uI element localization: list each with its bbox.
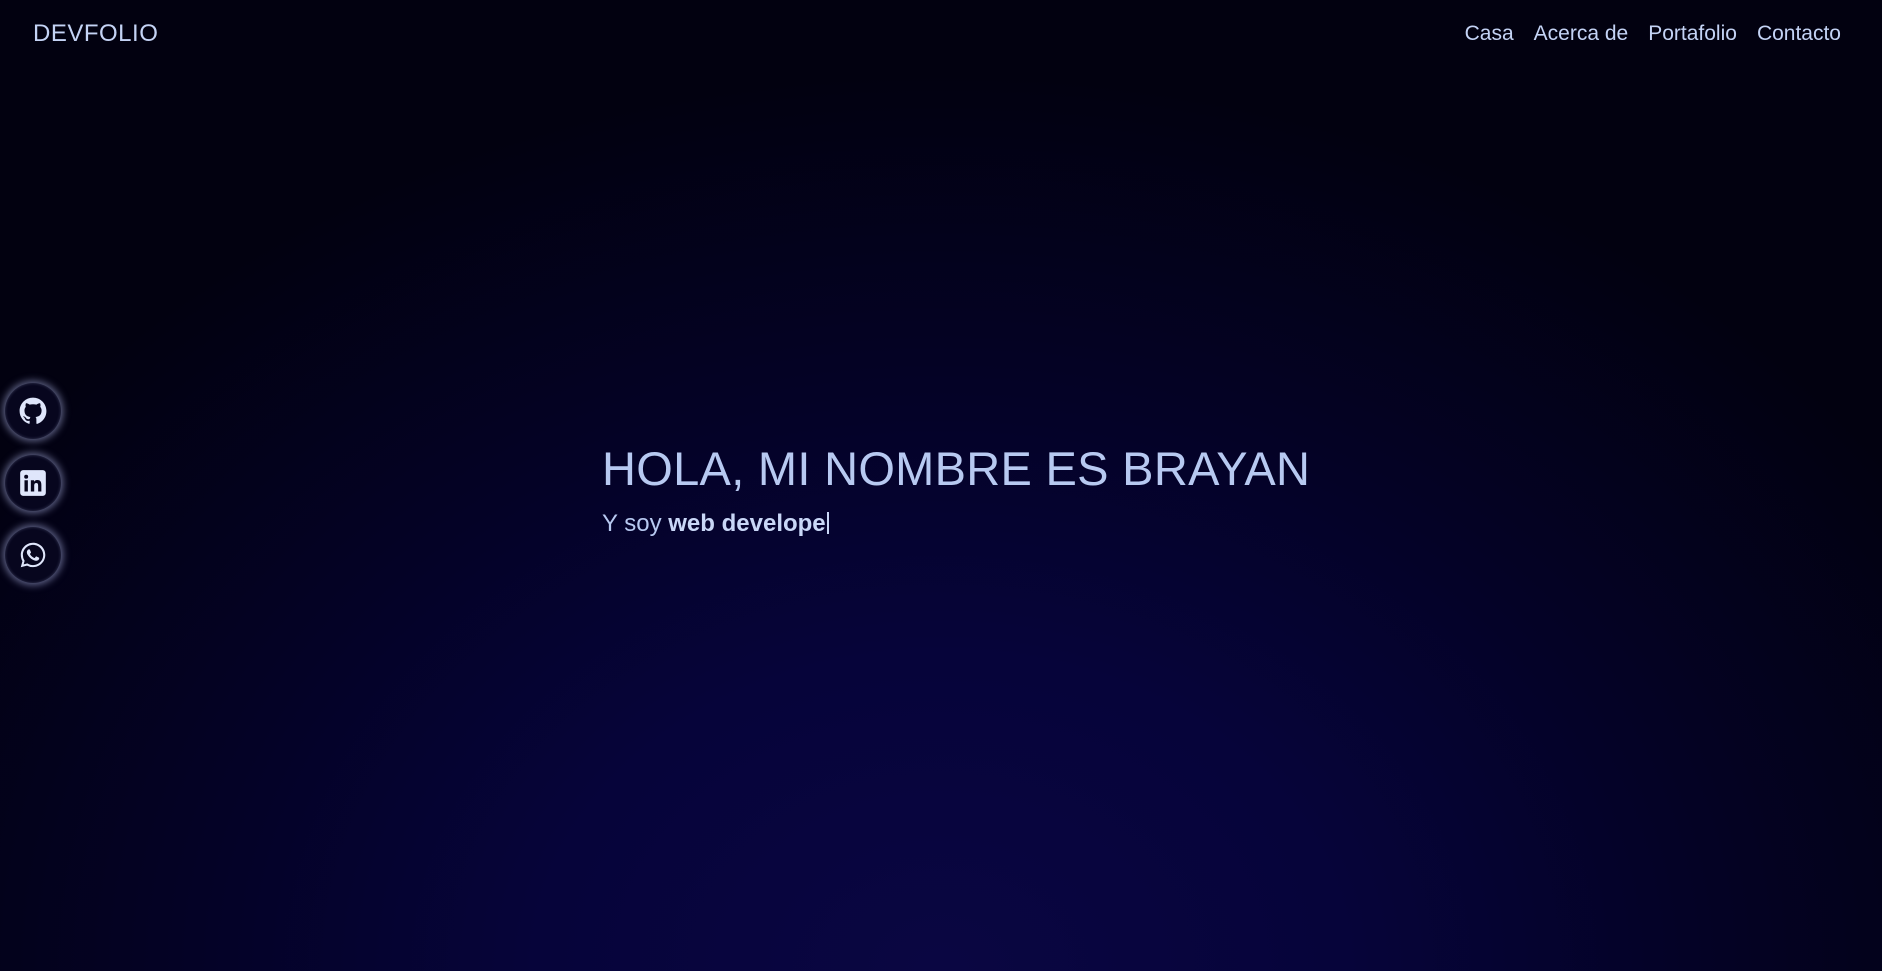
nav-menu: Casa Acerca de Portafolio Contacto	[1465, 22, 1841, 46]
nav-link-portafolio[interactable]: Portafolio	[1648, 22, 1737, 46]
nav-link-casa[interactable]: Casa	[1465, 22, 1514, 46]
nav-link-acerca-de[interactable]: Acerca de	[1534, 22, 1629, 46]
whatsapp-icon	[20, 542, 46, 568]
whatsapp-button[interactable]	[5, 527, 61, 583]
nav-link-contacto[interactable]: Contacto	[1757, 22, 1841, 46]
navbar: DEVFOLIO Casa Acerca de Portafolio Conta…	[0, 0, 1882, 70]
hero-subtitle: Y soy web develope	[602, 510, 1310, 538]
social-links	[5, 383, 61, 583]
hero-title: HOLA, MI NOMBRE ES BRAYAN	[602, 442, 1311, 495]
typed-role: web develope	[668, 510, 826, 537]
subtitle-prefix: Y soy	[602, 510, 669, 537]
github-icon	[19, 397, 47, 424]
linkedin-icon	[20, 470, 46, 496]
github-button[interactable]	[5, 383, 61, 439]
brand-logo[interactable]: DEVFOLIO	[33, 20, 158, 48]
linkedin-button[interactable]	[5, 455, 61, 511]
typing-cursor	[826, 512, 829, 534]
hero-section: HOLA, MI NOMBRE ES BRAYAN Y soy web deve…	[602, 440, 1310, 538]
